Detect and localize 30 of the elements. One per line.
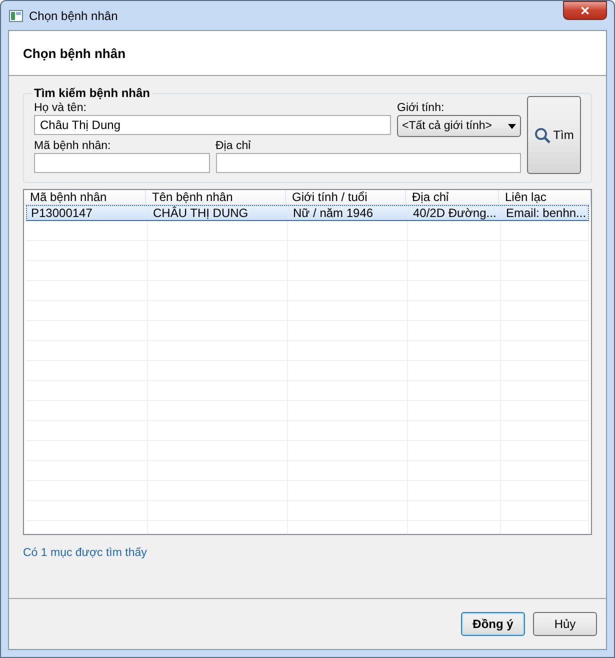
window-title: Chọn bệnh nhân — [29, 8, 119, 22]
field-label: Giới tính: — [397, 102, 446, 114]
result-count: Có 1 mục được tìm thấy — [23, 547, 147, 559]
table-cell: 40/2D Đường... — [409, 206, 502, 220]
column-header[interactable]: Địa chỉ — [406, 190, 499, 204]
search-icon — [534, 126, 552, 144]
caret-icon — [508, 124, 516, 128]
ok-button[interactable]: Đồng ý — [461, 612, 525, 636]
cancel-button[interactable]: Hủy — [533, 612, 597, 636]
close-button[interactable]: ✕ — [563, 1, 607, 20]
table-cell: Email: benhn... — [502, 206, 588, 220]
name-field[interactable]: Châu Thị Dung — [34, 115, 391, 135]
gender-dropdown[interactable]: <Tất cả giới tính> — [397, 115, 521, 137]
dialog-heading: Chọn bệnh nhân — [23, 46, 126, 60]
window-icon — [9, 10, 23, 22]
field-label: Địa chỉ — [216, 140, 252, 152]
column-header[interactable]: Tên bệnh nhân — [146, 190, 286, 204]
column-header[interactable]: Giới tính / tuổi — [286, 190, 406, 204]
table-cell: P13000147 — [27, 206, 149, 220]
search-button[interactable]: Tìm — [527, 96, 581, 174]
table-cell: Nữ / năm 1946 — [289, 206, 409, 220]
column-header[interactable]: Mã bệnh nhân — [24, 190, 146, 204]
address-field[interactable] — [216, 153, 521, 173]
table-cell: CHÂU THỊ DUNG — [149, 206, 289, 220]
field-label: Họ và tên: — [34, 102, 88, 114]
column-header[interactable]: Liên lạc — [499, 190, 591, 204]
group-title: Tìm kiếm bệnh nhân — [33, 86, 152, 100]
patient-id-field[interactable] — [34, 153, 210, 173]
table-row[interactable]: P13000147 CHÂU THỊ DUNG Nữ / năm 1946 40/2D Đường... Email: benhn... — [26, 205, 589, 221]
field-label: Mã bệnh nhân: — [34, 140, 112, 152]
